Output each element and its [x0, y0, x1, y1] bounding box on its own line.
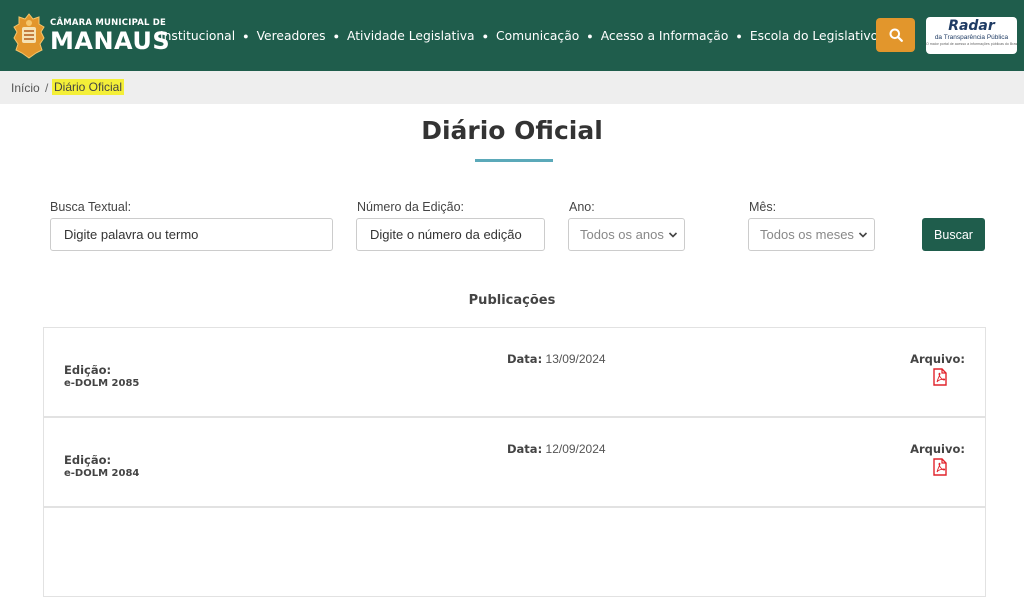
- nav-atividade-legislativa[interactable]: Atividade Legislativa: [347, 29, 475, 43]
- edicao-value: e-DOLM 2084: [64, 468, 140, 479]
- publicacoes-heading: Publicações: [468, 293, 556, 308]
- page-title: Diário Oficial: [421, 116, 603, 145]
- publication-date: Data: 12/09/2024: [507, 442, 606, 456]
- publication-date: Data: 13/09/2024: [507, 352, 606, 366]
- arquivo-label: Arquivo:: [910, 442, 965, 456]
- data-label: Data:: [507, 352, 543, 366]
- nav-institucional[interactable]: Institucional: [160, 29, 235, 43]
- pdf-icon[interactable]: [933, 458, 947, 476]
- site-logo[interactable]: CÂMARA MUNICIPAL DE MANAUS: [12, 10, 170, 62]
- nav-separator: ●: [587, 30, 593, 41]
- nav-vereadores[interactable]: Vereadores: [257, 29, 326, 43]
- publication-card: Edição: e-DOLM 2084 Data: 12/09/2024 Arq…: [43, 417, 986, 507]
- data-label: Data:: [507, 442, 543, 456]
- top-header: CÂMARA MUNICIPAL DE MANAUS Institucional…: [0, 0, 1024, 71]
- breadcrumb: Início / Diário Oficial: [0, 71, 1024, 104]
- publication-card: [43, 507, 986, 597]
- nav-escola-legislativo[interactable]: Escola do Legislativo: [750, 29, 878, 43]
- mes-label: Mês:: [749, 200, 777, 214]
- buscar-button[interactable]: Buscar: [922, 218, 985, 251]
- nav-separator: ●: [243, 30, 249, 41]
- radar-tagline: O maior portal de acesso a informações p…: [926, 42, 1017, 46]
- numero-edicao-input[interactable]: [356, 218, 545, 251]
- edicao-label: Número da Edição:: [357, 200, 465, 214]
- main-nav: Institucional ● Vereadores ● Atividade L…: [160, 0, 878, 71]
- search-icon: [889, 28, 903, 42]
- city-emblem-icon: [13, 13, 45, 59]
- edicao-label: Edição:: [64, 453, 112, 467]
- nav-separator: ●: [482, 30, 489, 41]
- publication-card: Edição: e-DOLM 2085 Data: 13/09/2024 Arq…: [43, 327, 986, 417]
- edicao-value: e-DOLM 2085: [64, 378, 140, 389]
- mes-select[interactable]: Todos os meses: [748, 218, 875, 251]
- radar-subtitle: da Transparência Pública: [934, 34, 1009, 41]
- ano-select-value: Todos os anos: [580, 227, 664, 242]
- ano-select[interactable]: Todos os anos: [568, 218, 685, 251]
- nav-comunicacao[interactable]: Comunicação: [496, 29, 579, 43]
- data-value: 12/09/2024: [545, 442, 606, 456]
- nav-acesso-informacao[interactable]: Acesso a Informação: [601, 29, 729, 43]
- breadcrumb-separator: /: [45, 81, 49, 95]
- data-value: 13/09/2024: [545, 352, 606, 366]
- breadcrumb-current: Diário Oficial: [52, 79, 125, 95]
- busca-textual-input[interactable]: [50, 218, 333, 251]
- chevron-down-icon: [858, 232, 868, 238]
- title-underline: [475, 159, 553, 162]
- search-button[interactable]: [876, 18, 915, 52]
- arquivo-label: Arquivo:: [910, 352, 965, 366]
- ano-label: Ano:: [569, 200, 595, 214]
- pdf-icon[interactable]: [933, 368, 947, 386]
- logo-line2: MANAUS: [50, 26, 171, 55]
- chevron-down-icon: [668, 232, 678, 238]
- nav-separator: ●: [333, 30, 340, 41]
- busca-label: Busca Textual:: [50, 200, 132, 214]
- radar-transparencia-link[interactable]: Radar da Transparência Pública O maior p…: [926, 17, 1017, 54]
- mes-select-value: Todos os meses: [760, 227, 854, 242]
- nav-separator: ●: [736, 30, 742, 41]
- breadcrumb-home[interactable]: Início: [11, 81, 40, 95]
- radar-title: Radar: [948, 18, 995, 34]
- edicao-label: Edição:: [64, 363, 112, 377]
